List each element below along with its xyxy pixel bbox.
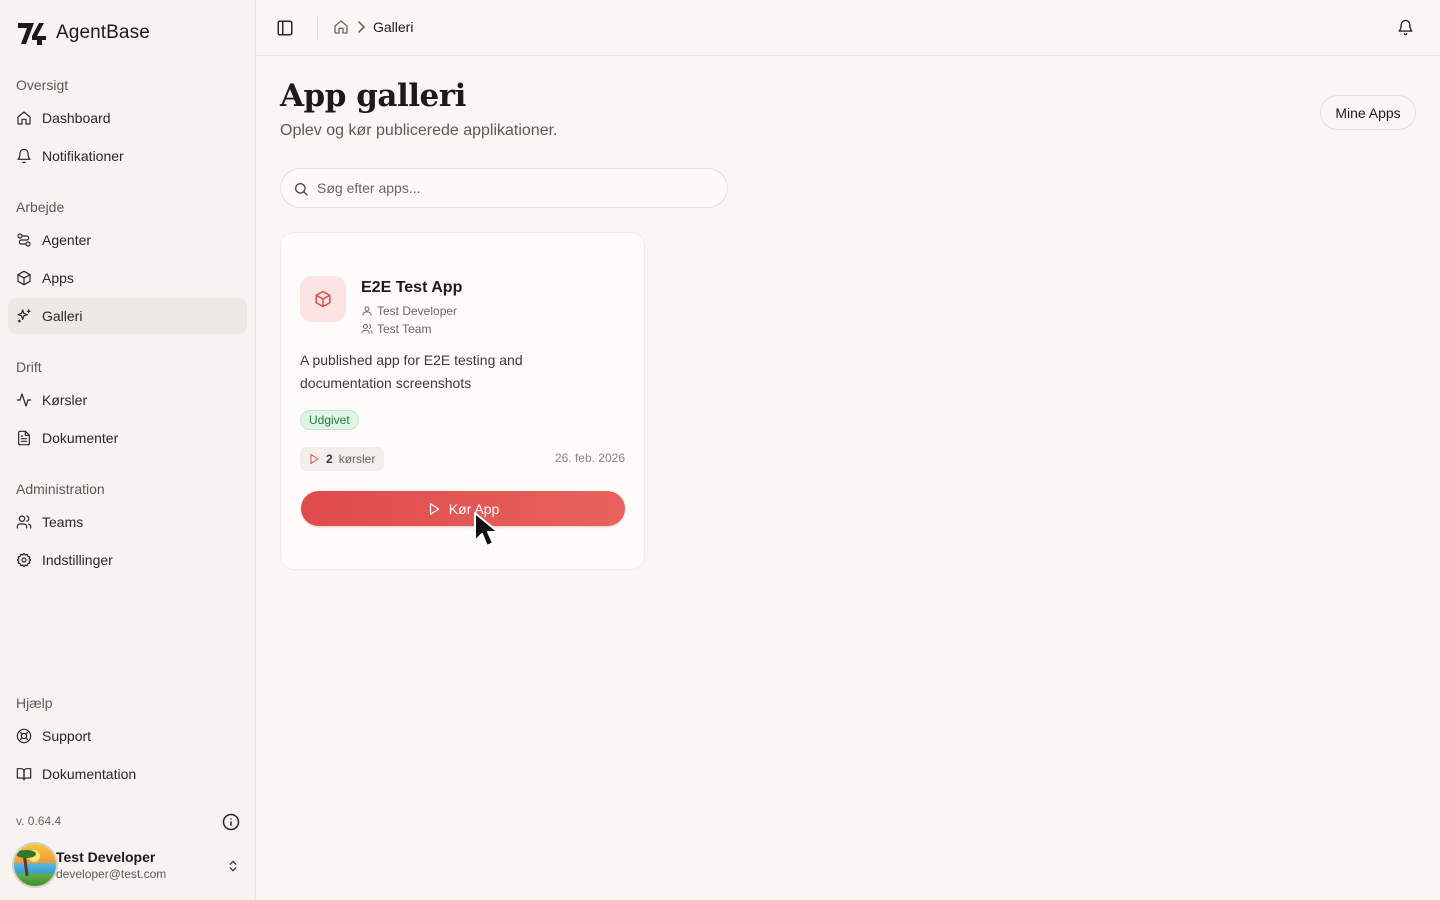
app-version: v. 0.64.4 (16, 814, 62, 828)
breadcrumb-current: Galleri (373, 19, 414, 35)
users-icon (16, 515, 32, 529)
route-icon (17, 233, 31, 247)
brand[interactable]: AgentBase (17, 20, 150, 46)
nav-section-administration: Administration (16, 481, 105, 497)
bell-icon[interactable] (1397, 19, 1414, 36)
avatar (12, 842, 58, 888)
app-card[interactable]: E2E Test App Test Developer Test Team A … (280, 232, 645, 570)
agentbase-logo-icon (18, 23, 46, 45)
gear-icon (16, 552, 32, 568)
mine-apps-button[interactable]: Mine Apps (1320, 95, 1416, 130)
app-team-name: Test Team (377, 322, 432, 336)
nav-section-hjaelp: Hjælp (16, 695, 53, 711)
runs-count: 2 kørsler (300, 447, 385, 471)
sidebar-item-label: Indstillinger (42, 552, 113, 568)
sidebar-item-agenter[interactable]: Agenter (8, 222, 247, 258)
search-icon (295, 183, 308, 196)
sidebar-item-label: Kørsler (42, 392, 88, 408)
users-icon (361, 324, 373, 334)
box-icon (315, 290, 331, 308)
nav-section-drift: Drift (16, 359, 42, 375)
sparkles-icon (17, 309, 31, 323)
sidebar-item-apps[interactable]: Apps (8, 260, 247, 296)
sidebar-item-teams[interactable]: Teams (8, 504, 247, 540)
sidebar-item-indstillinger[interactable]: Indstillinger (8, 542, 247, 578)
nav-section-oversigt: Oversigt (16, 77, 69, 93)
sidebar-item-label: Apps (42, 270, 74, 286)
sidebar-item-label: Support (42, 728, 92, 744)
sidebar-item-label: Agenter (42, 232, 92, 248)
sidebar-item-label: Dokumentation (42, 766, 137, 782)
chevrons-up-down-icon (229, 860, 237, 872)
user-name: Test Developer (56, 848, 156, 865)
status-badge: Udgivet (300, 410, 359, 430)
app-icon (300, 276, 346, 322)
sidebar-item-dashboard[interactable]: Dashboard (8, 100, 247, 136)
topbar-divider (317, 16, 318, 40)
home-icon[interactable] (333, 19, 349, 35)
sidebar-item-label: Dokumenter (42, 430, 119, 446)
sidebar-item-dokumenter[interactable]: Dokumenter (8, 420, 247, 456)
search-bar[interactable] (280, 168, 728, 208)
app-name: E2E Test App (361, 279, 463, 296)
sidebar-item-dokumentation[interactable]: Dokumentation (8, 756, 247, 792)
sidebar: AgentBase Oversigt Dashboard Notifikatio… (0, 0, 256, 900)
box-icon (17, 270, 31, 286)
runs-count-label: kørsler (338, 452, 376, 466)
bell-icon (17, 148, 31, 164)
page-title: App galleri (280, 78, 466, 114)
document-icon (18, 430, 30, 446)
app-date: 26. feb. 2026 (554, 451, 625, 465)
sidebar-item-label: Galleri (42, 308, 83, 324)
run-app-button[interactable]: Kør App (301, 491, 625, 526)
user-menu[interactable]: Test Developer developer@test.com (12, 842, 248, 888)
nav-section-arbejde: Arbejde (16, 199, 65, 215)
panel-left-icon[interactable] (276, 19, 294, 37)
sidebar-item-support[interactable]: Support (8, 718, 247, 754)
sidebar-item-label: Teams (42, 514, 84, 530)
sidebar-item-label: Dashboard (42, 110, 111, 126)
mouse-cursor-icon (474, 512, 499, 547)
app-description: A published app for E2E testing and docu… (300, 352, 523, 391)
home-icon (17, 111, 31, 125)
search-input[interactable] (317, 169, 717, 207)
lifebuoy-icon (16, 728, 32, 744)
app-developer-name: Test Developer (377, 304, 458, 318)
runs-count-value: 2 (326, 452, 333, 466)
app-team: Test Team (361, 322, 431, 336)
play-icon (429, 502, 439, 515)
play-icon (310, 454, 319, 464)
sidebar-item-notifikationer[interactable]: Notifikationer (8, 138, 247, 174)
book-icon (16, 768, 32, 781)
app-developer: Test Developer (361, 304, 457, 318)
sidebar-item-korsler[interactable]: Kørsler (8, 382, 247, 418)
info-icon[interactable] (222, 813, 240, 831)
brand-name: AgentBase (56, 22, 150, 43)
user-icon (362, 306, 372, 316)
activity-icon (16, 393, 32, 407)
page-subtitle: Oplev og kør publicerede applikationer. (280, 122, 558, 139)
sidebar-item-galleri[interactable]: Galleri (8, 298, 247, 334)
sidebar-item-label: Notifikationer (42, 148, 124, 164)
chevron-right-icon (358, 21, 366, 33)
user-email: developer@test.com (56, 866, 167, 881)
topbar: Galleri (256, 0, 1440, 56)
